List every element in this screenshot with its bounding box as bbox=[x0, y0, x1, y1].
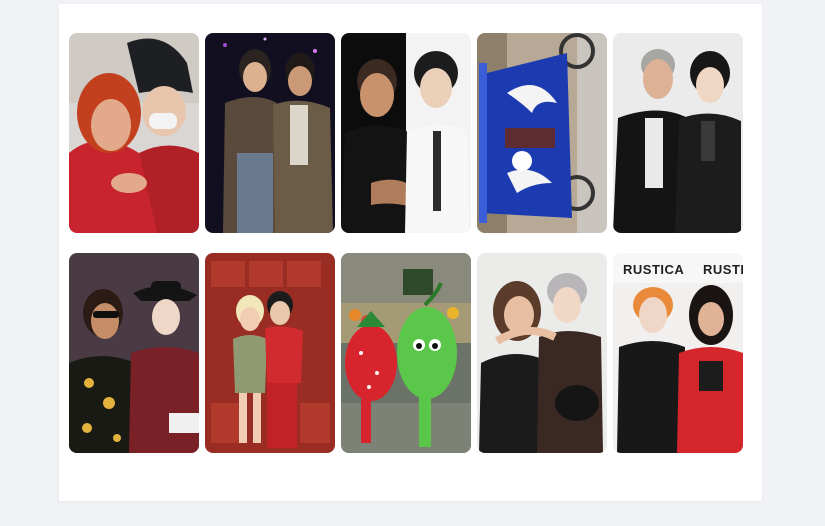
photo-grid: RUSTICA RUSTICA bbox=[69, 33, 743, 453]
photo-image bbox=[613, 253, 743, 453]
backdrop-sign-text: RUSTICA bbox=[623, 262, 685, 277]
photo-tile-4[interactable] bbox=[477, 33, 607, 233]
photo-tile-2[interactable] bbox=[205, 33, 335, 233]
photo-tile-10[interactable]: RUSTICA RUSTICA bbox=[613, 253, 743, 453]
photo-image bbox=[477, 33, 607, 233]
photo-tile-8[interactable] bbox=[341, 253, 471, 453]
photo-tile-1[interactable] bbox=[69, 33, 199, 233]
photo-tile-7[interactable] bbox=[205, 253, 335, 453]
photo-image bbox=[205, 33, 335, 233]
backdrop-sign-text-2: RUSTICA bbox=[703, 262, 743, 277]
photo-image bbox=[341, 253, 471, 453]
gallery-card: RUSTICA RUSTICA bbox=[59, 4, 762, 501]
photo-image bbox=[69, 253, 199, 453]
photo-image bbox=[341, 33, 471, 233]
photo-image bbox=[477, 253, 607, 453]
photo-tile-3[interactable] bbox=[341, 33, 471, 233]
photo-tile-6[interactable] bbox=[69, 253, 199, 453]
photo-image bbox=[69, 33, 199, 233]
photo-tile-5[interactable] bbox=[613, 33, 743, 233]
photo-image bbox=[613, 33, 743, 233]
photo-tile-9[interactable] bbox=[477, 253, 607, 453]
photo-image bbox=[205, 253, 335, 453]
